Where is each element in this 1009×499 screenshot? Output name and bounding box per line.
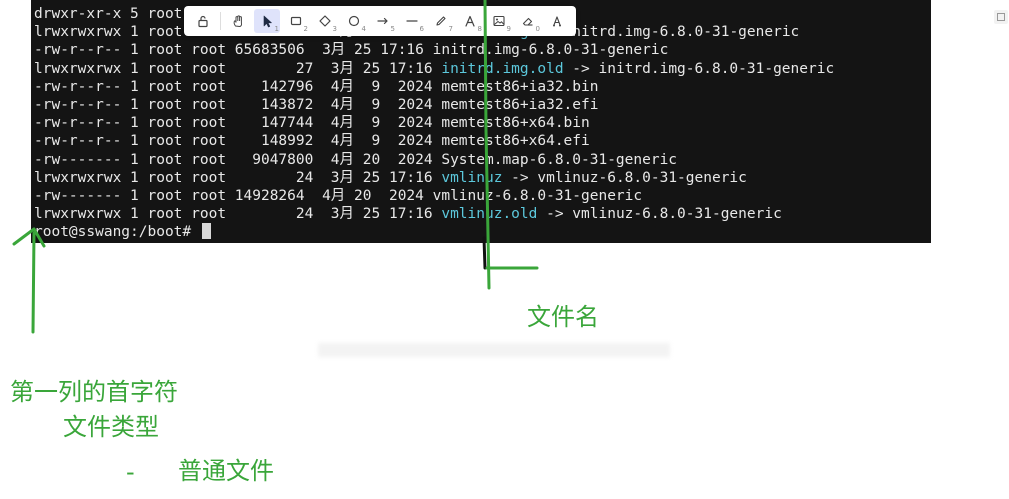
green-arrow-head	[12, 227, 46, 248]
annotation-dash: -	[126, 458, 135, 486]
annotation-filename: 文件名	[527, 303, 599, 331]
black-vertical-stroke-filename	[482, 236, 487, 270]
annotation-regular-file: 普通文件	[178, 457, 274, 485]
annotation-file-type: 文件类型	[63, 413, 159, 441]
green-arrow-shaft	[31, 231, 36, 334]
whiteboard-canvas[interactable]: drwxr-xr-x 5 root root 4096 3月 25 17:16 …	[0, 0, 1009, 499]
annotation-first-char: 第一列的首字符	[10, 378, 178, 406]
